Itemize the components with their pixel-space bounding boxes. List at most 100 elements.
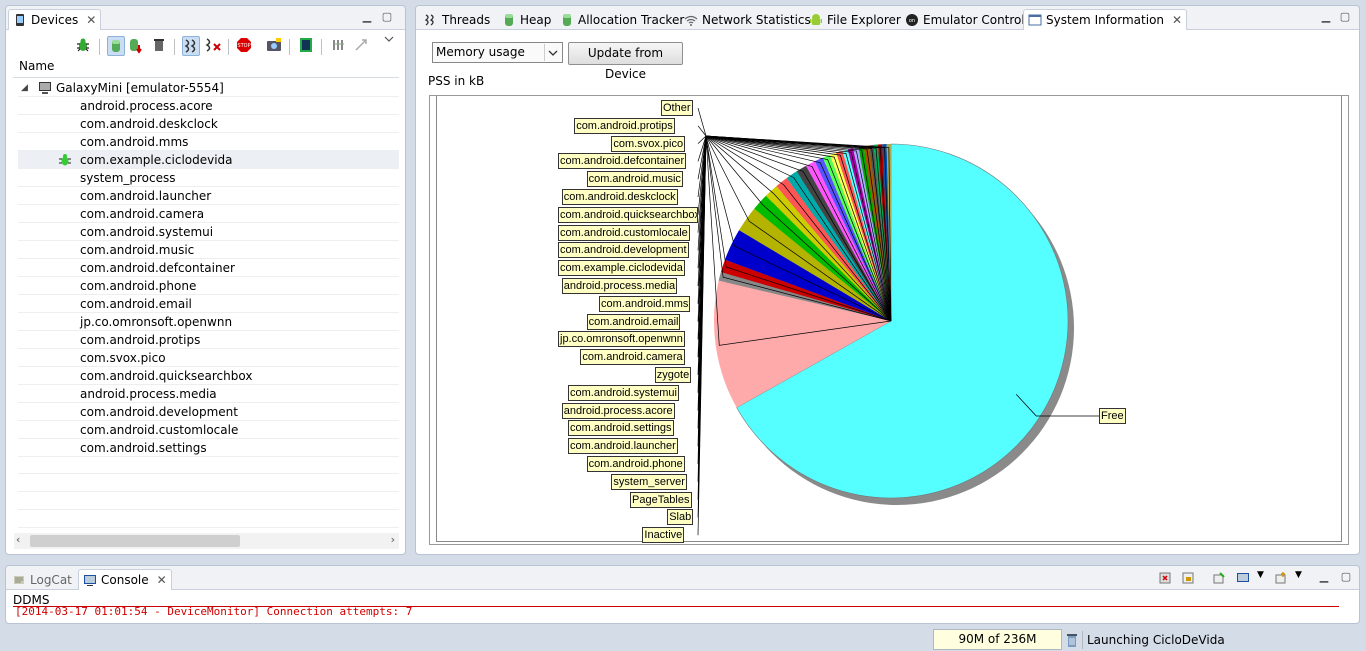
toolbar-separator [321,39,322,55]
tab-devices[interactable]: Devices ✕ [8,9,102,30]
tab-system-information[interactable]: System Information ✕ [1023,9,1188,30]
pie-label: android.process.media [561,278,678,294]
memory-usage-select[interactable]: Memory usage [432,42,563,63]
close-icon[interactable]: ✕ [1172,13,1182,27]
logcat-icon [12,573,26,587]
pie-label: com.android.mms [599,295,691,312]
process-row[interactable]: com.android.settings [18,439,399,457]
horizontal-scrollbar[interactable]: ‹ › [14,533,399,549]
process-name: com.android.development [80,405,238,419]
systrace-button[interactable] [330,36,348,56]
pie-label: Inactive [642,527,685,544]
update-heap-button[interactable] [107,36,125,56]
maximize-icon[interactable]: ▢ [1338,11,1352,23]
stop-process-button[interactable]: STOP [235,36,253,56]
empty-row [18,474,399,492]
process-row[interactable]: com.android.mms [18,133,399,151]
process-name: com.android.music [80,243,195,257]
process-name: com.android.protips [80,333,201,347]
maximize-icon[interactable]: ▢ [1339,571,1353,583]
process-row[interactable]: android.process.media [18,385,399,403]
header-divider [13,77,399,78]
scroll-right-icon[interactable]: › [391,533,395,546]
process-name: com.android.launcher [80,189,212,203]
tab-console[interactable]: Console ✕ [78,569,172,590]
process-name: com.android.email [80,297,192,311]
tab-label: Heap [520,12,552,27]
tab-network-statistics[interactable]: Network Statistics [680,9,815,30]
tab-console-label: Console [101,573,149,587]
pie-label: jp.co.omronsoft.openwnn [558,331,685,348]
process-name: com.svox.pico [80,351,166,365]
tab-logcat[interactable]: LogCat [8,569,76,590]
screen-capture-button[interactable] [265,36,283,56]
process-row[interactable]: com.android.camera [18,205,399,223]
scroll-left-icon[interactable]: ‹ [16,533,20,546]
view-menu-chevron-down-icon[interactable] [382,32,400,52]
update-threads-button[interactable] [182,36,200,56]
maximize-icon[interactable]: ▢ [380,11,394,23]
dump-hprof-button[interactable] [127,36,145,56]
clear-console-icon[interactable] [1158,571,1172,585]
process-row[interactable]: com.svox.pico [18,349,399,367]
display-console-icon[interactable] [1236,571,1250,585]
device-row[interactable]: ◢ GalaxyMini [emulator-5554] [18,79,399,97]
pss-label: PSS in kB [428,74,485,88]
column-header-name[interactable]: Name [19,59,54,73]
process-row[interactable]: com.android.email [18,295,399,313]
tab-file-explorer[interactable]: File Explorer [805,9,905,30]
expand-arrow-icon[interactable]: ◢ [21,79,28,97]
tab-allocation-tracker[interactable]: Allocation Tracker [556,9,688,30]
process-name: com.example.ciclodevida [80,153,233,167]
minimize-icon[interactable]: ▁ [360,11,374,23]
process-name: system_process [80,171,176,185]
process-row[interactable]: com.android.development [18,403,399,421]
process-row[interactable]: jp.co.omronsoft.openwnn [18,313,399,331]
process-name: com.android.customlocale [80,423,239,437]
tab-threads[interactable]: Threads [420,9,494,30]
minimize-icon[interactable]: ▁ [1317,571,1331,583]
pie-label: com.android.customlocale [558,224,690,241]
tab-emulator-control[interactable]: on Emulator Control [901,9,1029,30]
process-row[interactable]: system_process [18,169,399,187]
minimize-icon[interactable]: ▁ [1319,11,1333,23]
heap-status[interactable]: 90M of 236M [933,629,1062,650]
scroll-lock-icon[interactable] [1181,571,1195,585]
process-row[interactable]: com.android.launcher [18,187,399,205]
close-icon[interactable]: ✕ [86,13,96,27]
scrollbar-thumb[interactable] [30,535,240,547]
process-row[interactable]: com.android.customlocale [18,421,399,439]
pie-label: com.android.settings [568,420,674,437]
device-icon [38,81,52,95]
chevron-down-icon[interactable]: ▼ [1295,570,1302,580]
dump-view-hierarchy-button[interactable] [297,36,315,56]
update-from-device-button[interactable]: Update from Device [568,42,683,81]
opengl-trace-button[interactable] [352,36,370,56]
process-name: android.process.media [80,387,217,401]
bottom-tabbar: LogCat Console ✕ ▼ ▼ ▁ ▢ [6,566,1359,590]
chevron-down-icon[interactable]: ▼ [1257,570,1264,580]
process-row[interactable]: com.android.quicksearchbox [18,367,399,385]
tab-devices-label: Devices [31,13,79,27]
tab-heap[interactable]: Heap [498,9,555,30]
tab-label: Emulator Control [923,12,1025,27]
open-console-icon[interactable] [1274,571,1288,585]
process-row[interactable]: com.android.music [18,241,399,259]
pin-console-icon[interactable] [1212,571,1226,585]
tab-label: Threads [442,12,491,27]
cause-gc-button[interactable] [151,36,169,56]
start-method-profiling-button[interactable] [204,36,222,56]
process-row[interactable]: com.android.deskclock [18,115,399,133]
trash-gc-icon[interactable] [1065,632,1079,647]
process-row[interactable]: com.example.ciclodevida [18,151,399,169]
console-line: [2014-03-17 01:01:54 - DeviceMonitor] Co… [15,606,413,618]
process-row[interactable]: com.android.systemui [18,223,399,241]
debug-process-button[interactable] [74,36,92,56]
process-row[interactable]: com.android.protips [18,331,399,349]
svg-text:on: on [909,18,915,24]
process-row[interactable]: android.process.acore [18,97,399,115]
process-row[interactable]: com.android.phone [18,277,399,295]
process-row[interactable]: com.android.defcontainer [18,259,399,277]
close-icon[interactable]: ✕ [157,573,167,587]
console-icon [83,573,97,587]
